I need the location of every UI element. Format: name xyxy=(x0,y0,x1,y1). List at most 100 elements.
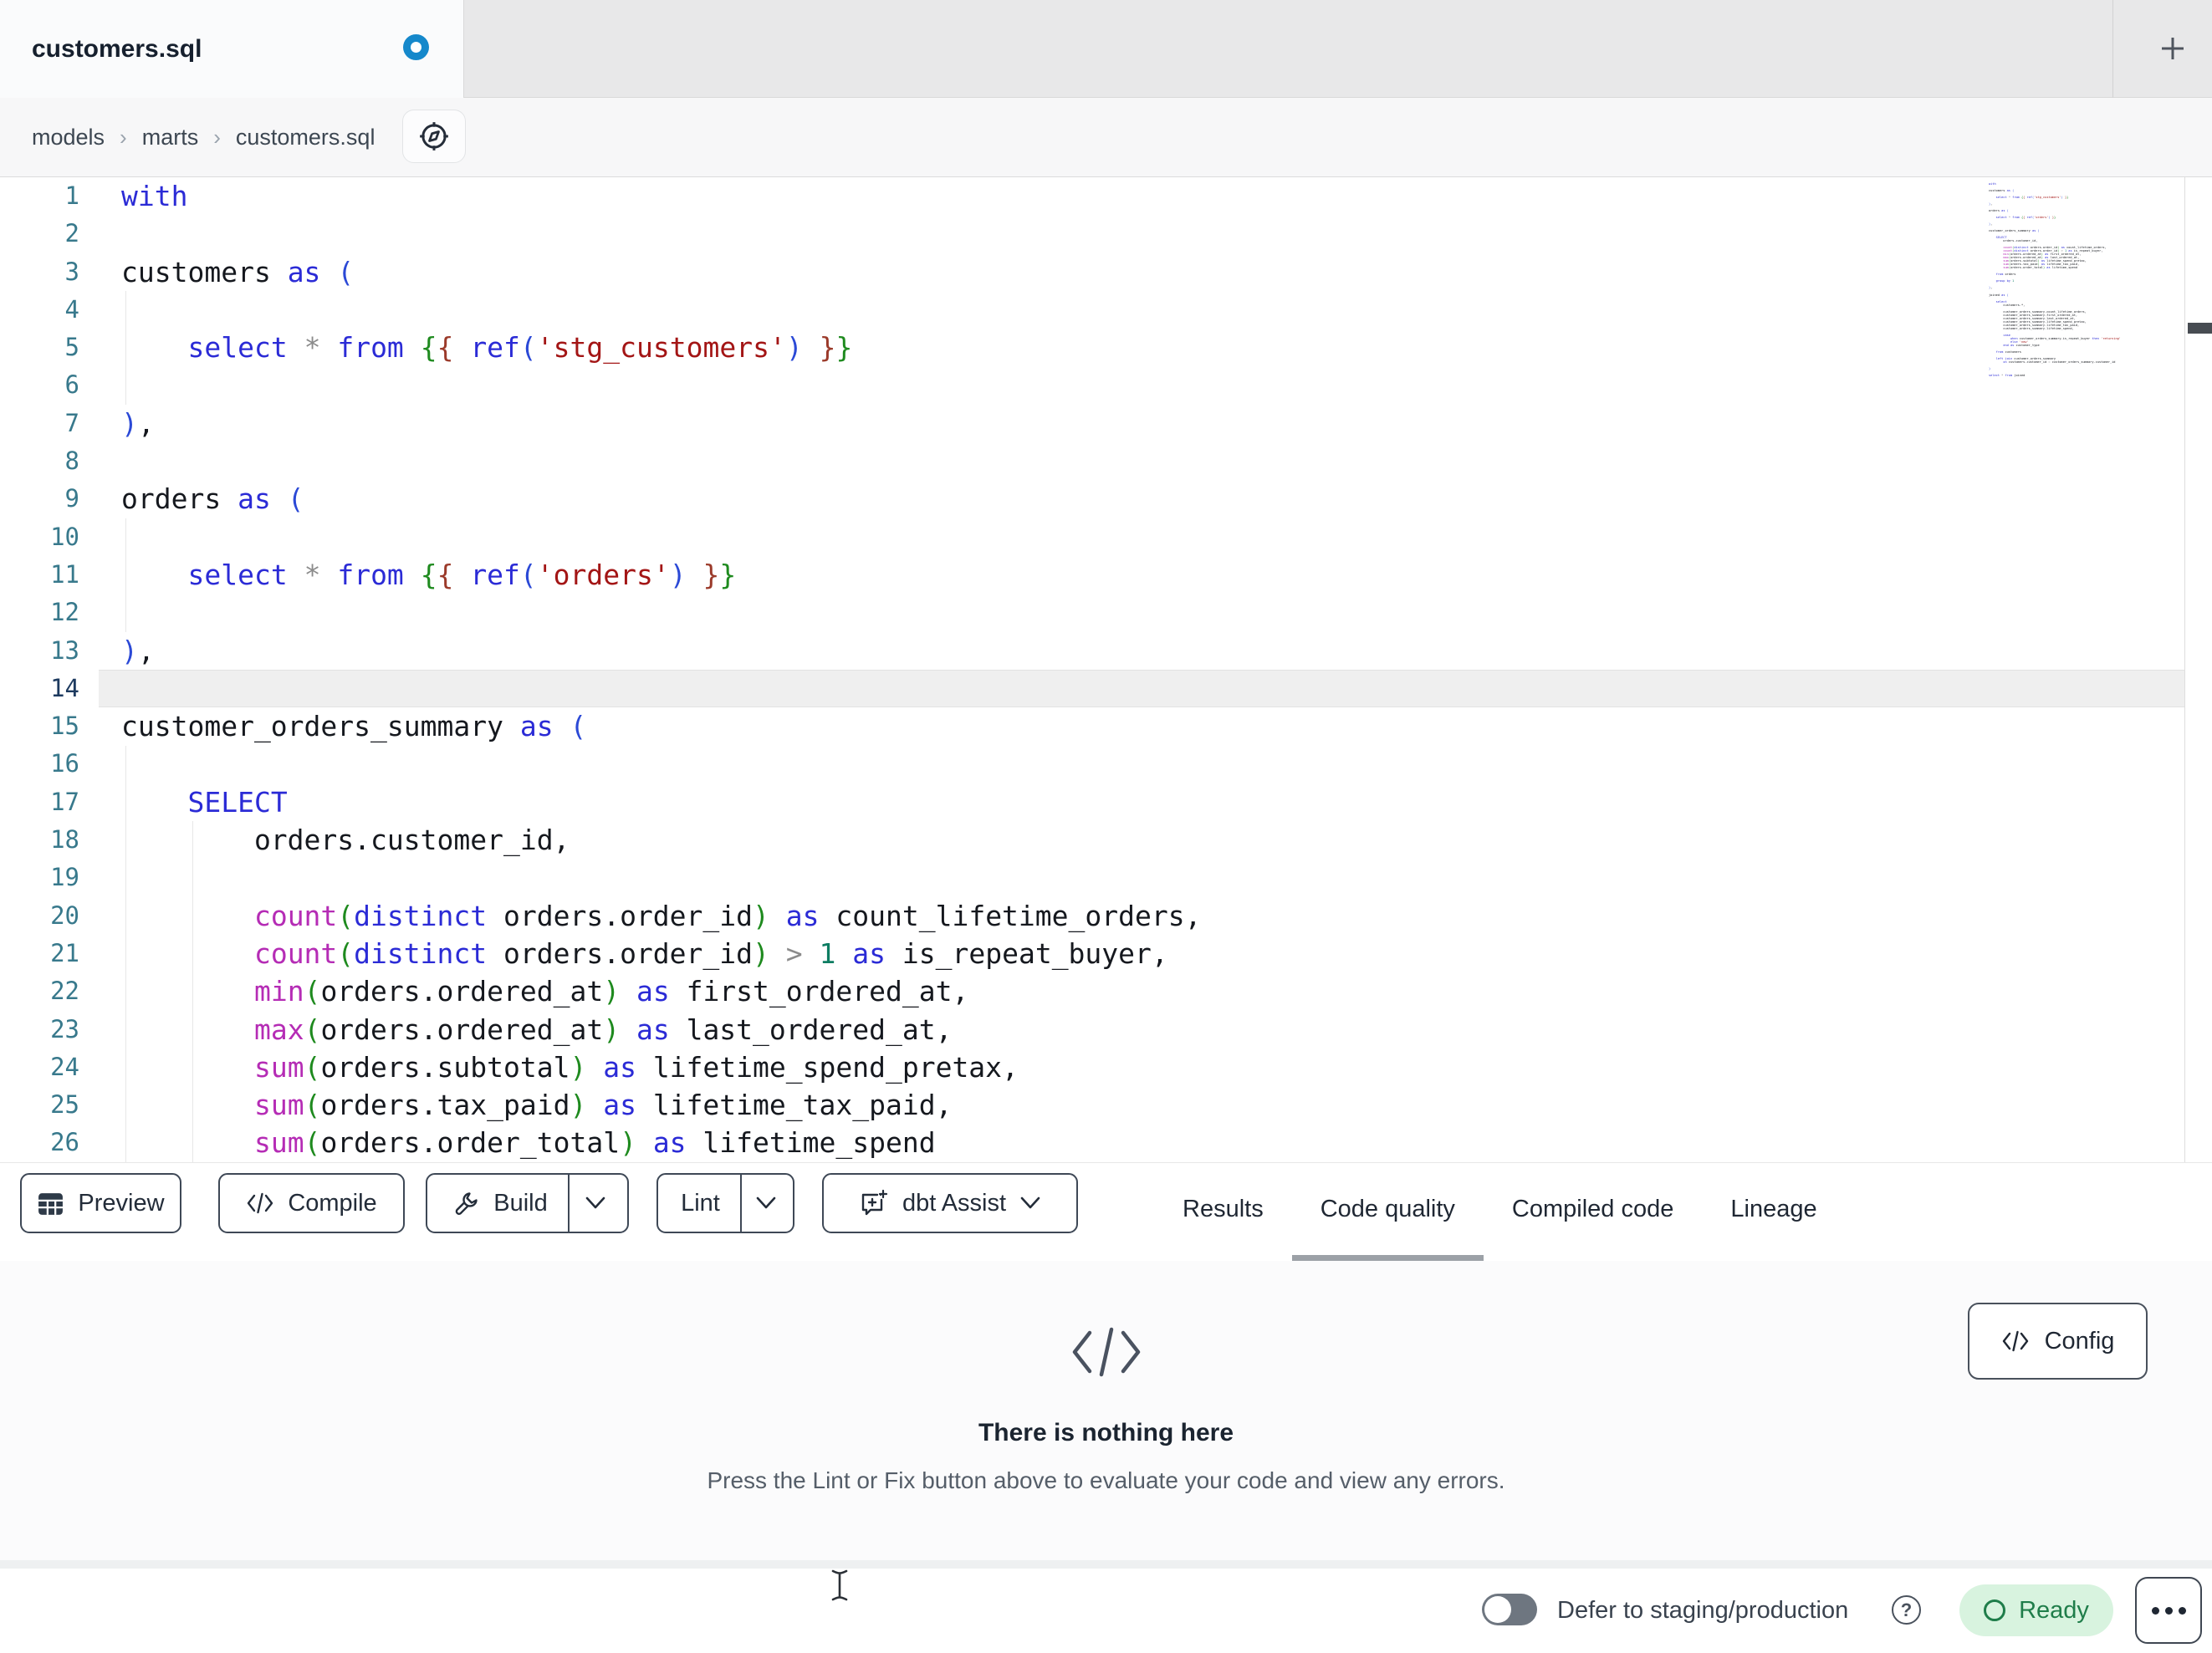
open-lineage-button[interactable] xyxy=(402,110,466,163)
tab-code-quality[interactable]: Code quality xyxy=(1291,1163,1484,1262)
line-number: 16 xyxy=(50,749,79,778)
toggle-knob xyxy=(1484,1596,1511,1623)
status-bar: Defer to staging/production ? Ready xyxy=(0,1569,2212,1653)
code-line: sum(orders.order_total) as lifetime_spen… xyxy=(253,1126,936,1160)
gutter: 1 2 3 4 5 6 7 8 9 10 11 12 13 14 15 16 17 18 19 20 21 22 23 24 2… xyxy=(0,177,79,1162)
tab-bar: customers.sql xyxy=(0,0,2212,98)
empty-state-title: There is nothing here xyxy=(978,1419,1234,1446)
tab-results[interactable]: Results xyxy=(1154,1163,1292,1262)
breadcrumb-separator: › xyxy=(120,124,127,150)
lint-button[interactable]: Lint xyxy=(661,1175,740,1232)
lint-button-label: Lint xyxy=(681,1189,720,1217)
line-number: 22 xyxy=(50,977,79,1006)
code-quality-panel: There is nothing here Press the Lint or … xyxy=(0,1261,2212,1562)
preview-button[interactable]: Preview xyxy=(20,1173,181,1233)
line-number: 4 xyxy=(64,294,79,324)
help-icon[interactable]: ? xyxy=(1892,1595,1921,1625)
line-number: 10 xyxy=(50,522,79,551)
line-number: 20 xyxy=(50,900,79,930)
code-line: with xyxy=(121,180,188,212)
breadcrumb-separator: › xyxy=(213,124,221,150)
code-line: orders as ( xyxy=(121,482,304,516)
line-number: 24 xyxy=(50,1052,79,1081)
config-button[interactable]: Config xyxy=(1968,1303,2148,1380)
dots-icon xyxy=(2151,1606,2159,1615)
minimap-line: select * from joined xyxy=(1989,373,2026,377)
line-number: 23 xyxy=(50,1014,79,1043)
preview-button-label: Preview xyxy=(78,1189,165,1217)
compile-button-label: Compile xyxy=(288,1189,377,1217)
build-split-button: Build xyxy=(426,1173,629,1233)
breadcrumb-item-file[interactable]: customers.sql xyxy=(236,125,375,151)
dbt-assist-button-label: dbt Assist xyxy=(902,1189,1007,1217)
ide-window: customers.sql models › marts › customers… xyxy=(0,0,2212,1653)
empty-state-description: Press the Lint or Fix button above to ev… xyxy=(707,1467,1505,1493)
breadcrumb-item-marts[interactable]: marts xyxy=(142,125,199,151)
lint-dropdown-button[interactable] xyxy=(742,1175,790,1232)
code-line: ), xyxy=(121,634,155,667)
action-toolbar: Preview Compile Build Lint dbt Assist Re… xyxy=(0,1162,2212,1262)
line-number: 9 xyxy=(64,484,79,513)
scrollbar-track[interactable] xyxy=(2184,177,2185,1162)
line-number: 19 xyxy=(50,863,79,892)
file-tab[interactable]: customers.sql xyxy=(0,0,464,98)
code-line: customers as ( xyxy=(121,255,355,288)
tab-lineage[interactable]: Lineage xyxy=(1702,1163,1845,1262)
breadcrumb-item-models[interactable]: models xyxy=(32,125,105,151)
tab-divider xyxy=(2112,0,2113,98)
line-number: 18 xyxy=(50,825,79,855)
tab-compiled-code[interactable]: Compiled code xyxy=(1484,1163,1702,1262)
line-number: 11 xyxy=(50,559,79,589)
pane-divider xyxy=(0,1560,2212,1569)
code-line: select * from {{ ref('orders') }} xyxy=(187,558,737,591)
line-number: 25 xyxy=(50,1090,79,1120)
empty-state: There is nothing here Press the Lint or … xyxy=(0,1261,2212,1494)
code-icon xyxy=(0,1326,2212,1382)
chevron-down-icon xyxy=(1020,1196,1040,1209)
line-number: 3 xyxy=(64,257,79,286)
line-number: 26 xyxy=(50,1128,79,1157)
code-line: count(distinct orders.order_id) > 1 as i… xyxy=(253,936,1168,970)
status-ring-icon xyxy=(1984,1599,2006,1621)
code-line: SELECT xyxy=(187,785,288,819)
line-number: 13 xyxy=(50,635,79,665)
text-cursor-icon xyxy=(830,1569,849,1606)
status-badge-label: Ready xyxy=(2019,1596,2089,1624)
code-editor[interactable]: 1 2 3 4 5 6 7 8 9 10 11 12 13 14 15 16 17 18 19 20 21 22 23 24 2… xyxy=(0,177,2212,1162)
code-line: select * from {{ ref('stg_customers') }} xyxy=(187,331,853,365)
code-line: orders.customer_id, xyxy=(121,824,570,857)
build-dropdown-button[interactable] xyxy=(570,1175,621,1232)
scrollbar-marker xyxy=(2188,323,2212,334)
line-number: 6 xyxy=(64,370,79,400)
code-lines: with customers as ( select * from {{ ref(… xyxy=(121,177,1201,1162)
code-line: sum(orders.subtotal) as lifetime_spend_p… xyxy=(253,1050,1019,1084)
chevron-down-icon xyxy=(585,1196,605,1209)
minimap[interactable]: with customers as ( select * from {{ ref(… xyxy=(1989,182,2179,1157)
compass-icon xyxy=(420,122,448,151)
new-tab-button[interactable] xyxy=(2141,17,2204,80)
code-line: min(orders.ordered_at) as first_ordered_… xyxy=(253,975,969,1008)
dbt-assist-button[interactable]: dbt Assist xyxy=(822,1173,1078,1233)
code-icon xyxy=(2002,1330,2028,1352)
line-number: 2 xyxy=(64,219,79,248)
code-line: ), xyxy=(121,406,155,440)
chevron-down-icon xyxy=(756,1196,776,1209)
more-menu-button[interactable] xyxy=(2135,1577,2202,1644)
line-number: 5 xyxy=(64,333,79,362)
build-button[interactable]: Build xyxy=(433,1175,568,1232)
line-number: 17 xyxy=(50,787,79,816)
wrench-icon xyxy=(455,1192,478,1215)
line-number: 21 xyxy=(50,938,79,967)
code-icon xyxy=(248,1192,273,1214)
breadcrumb-row: models › marts › customers.sql Save xyxy=(0,98,2212,268)
code-line: customer_orders_summary as ( xyxy=(121,710,587,743)
defer-toggle[interactable] xyxy=(1482,1594,1537,1625)
status-badge[interactable]: Ready xyxy=(1959,1584,2113,1636)
compile-button[interactable]: Compile xyxy=(218,1173,405,1233)
code-line: max(orders.ordered_at) as last_ordered_a… xyxy=(253,1013,953,1046)
line-number: 15 xyxy=(50,712,79,741)
